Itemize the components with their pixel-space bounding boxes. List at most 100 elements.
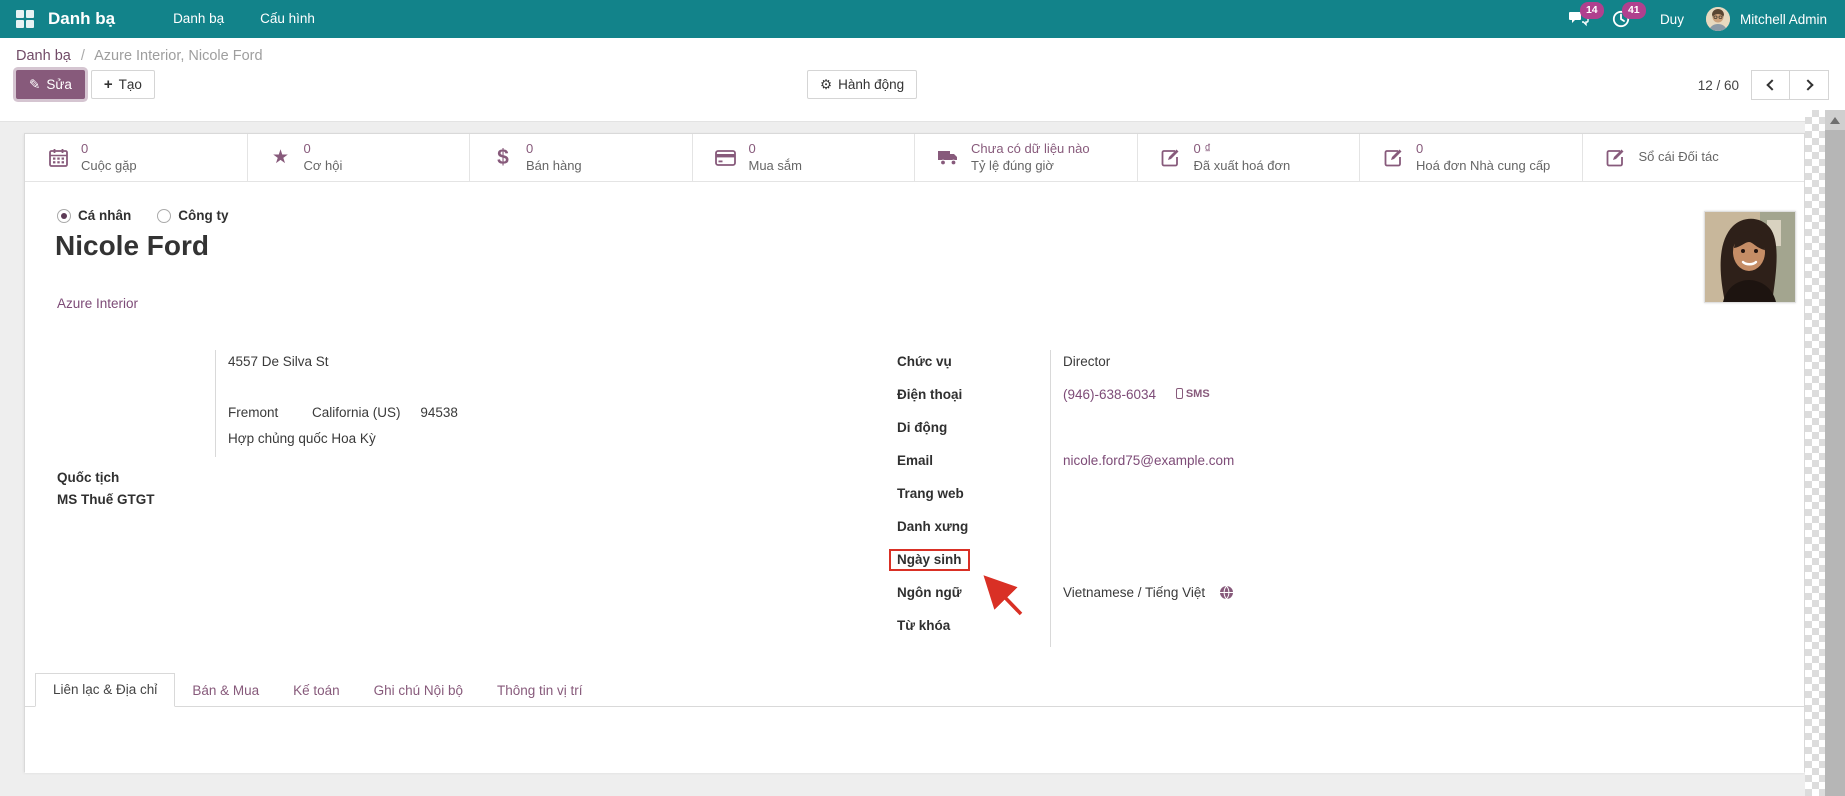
tab-contacts-addresses[interactable]: Liên lạc & Địa chỉ (35, 673, 175, 707)
action-menu-button[interactable]: ⚙ Hành động (807, 70, 917, 99)
email-link[interactable]: nicole.ford75@example.com (1063, 453, 1234, 468)
tab-sales-purchase[interactable]: Bán & Mua (175, 675, 276, 707)
activities-button[interactable]: 41 (1604, 0, 1638, 38)
title-value (1050, 515, 1517, 548)
pencil-icon: ✎ (29, 77, 40, 93)
company-switcher[interactable]: Duy (1646, 12, 1698, 27)
menu-contacts[interactable]: Danh bạ (155, 0, 242, 38)
vat-label: MS Thuế GTGT (57, 492, 215, 507)
app-title[interactable]: Danh bạ (48, 9, 115, 29)
stat-button-meetings[interactable]: 0Cuộc gặp (25, 134, 248, 181)
messages-button[interactable]: 14 (1562, 0, 1596, 38)
breadcrumb-parent-link[interactable]: Danh bạ (16, 48, 71, 64)
language-label: Ngôn ngữ (897, 581, 1050, 614)
calendar-icon (47, 148, 69, 167)
next-record-button[interactable] (1790, 70, 1829, 100)
globe-icon[interactable] (1219, 585, 1234, 600)
gear-icon: ⚙ (820, 77, 832, 93)
phone-link[interactable]: (946)-638-6034 (1063, 387, 1156, 402)
stat-value: 0 (81, 141, 137, 157)
button-row: ✎ Sửa + Tạo ⚙ Hành động 12 / 60 (0, 64, 1845, 108)
topnav-right: 14 41 Duy Mitchell Admin (1562, 0, 1845, 38)
stat-button-opportunities[interactable]: ★ 0Cơ hội (248, 134, 471, 181)
parent-company-link[interactable]: Azure Interior (57, 296, 138, 311)
apps-menu-icon[interactable] (16, 10, 34, 28)
stat-label: Hoá đơn Nhà cung cấp (1416, 158, 1550, 174)
tab-content-empty (25, 707, 1804, 773)
create-button-label: Tạo (119, 77, 142, 92)
mobile-label: Di động (897, 416, 1050, 449)
stat-value: Chưa có dữ liệu nào (971, 141, 1090, 157)
menu-configuration[interactable]: Cấu hình (242, 0, 333, 38)
vertical-scrollbar[interactable] (1825, 110, 1845, 796)
control-panel: Danh bạ / Azure Interior, Nicole Ford ✎ … (0, 38, 1845, 122)
birthdate-label-highlighted: Ngày sinh (889, 549, 970, 571)
invoice-edit-icon (1382, 148, 1404, 167)
ledger-edit-icon (1605, 148, 1627, 167)
stat-label: Tỷ lệ đúng giờ (971, 158, 1090, 174)
stat-label: Cơ hội (304, 158, 343, 174)
user-avatar[interactable] (1706, 7, 1730, 31)
stat-button-purchases[interactable]: 0Mua sắm (693, 134, 916, 181)
stat-button-vendor-bills[interactable]: 0Hoá đơn Nhà cung cấp (1360, 134, 1583, 181)
radio-selected-icon (57, 209, 71, 223)
invoice-edit-icon (1160, 148, 1182, 167)
tab-internal-notes[interactable]: Ghi chú Nội bộ (357, 675, 480, 707)
user-menu[interactable]: Mitchell Admin (1740, 12, 1827, 27)
radio-unselected-icon (157, 209, 171, 223)
dollar-icon: $ (492, 147, 514, 168)
details-column: Chức vụ Director Điện thoại (946)-638-60… (897, 350, 1517, 647)
job-position-label: Chức vụ (897, 350, 1050, 383)
truck-icon (937, 149, 959, 166)
birthdate-value (1050, 548, 1517, 581)
star-icon: ★ (270, 148, 292, 167)
address-city: Fremont (228, 405, 278, 420)
address-city-line: Fremont California (US) 94538 (228, 405, 857, 431)
action-menu-label: Hành động (838, 77, 904, 92)
edit-button[interactable]: ✎ Sửa (16, 70, 85, 99)
email-label: Email (897, 449, 1050, 482)
stat-value: 0 (749, 141, 802, 157)
language-value: Vietnamese / Tiếng Việt (1063, 585, 1205, 600)
mobile-phone-icon (1176, 388, 1183, 399)
stat-value: 0 (304, 141, 343, 157)
website-label: Trang web (897, 482, 1050, 515)
stat-button-on-time-rate[interactable]: Chưa có dữ liệu nàoTỷ lệ đúng giờ (915, 134, 1138, 181)
stat-button-partner-ledger[interactable]: Sổ cái Đối tác (1583, 134, 1805, 181)
chevron-right-icon (1802, 79, 1813, 90)
contact-name: Nicole Ford (55, 230, 209, 262)
scroll-up-icon[interactable] (1825, 110, 1845, 130)
breadcrumb-separator: / (81, 48, 85, 64)
transparency-strip (1805, 110, 1825, 796)
pager-value: 12 / 60 (1698, 78, 1739, 93)
address-label-spacer: Quốc tịch MS Thuế GTGT (57, 350, 215, 507)
sms-label: SMS (1186, 388, 1210, 400)
mobile-value (1050, 416, 1517, 449)
contact-form-page: Danh bạ Danh bạ Cấu hình 14 41 Duy Mitch… (0, 0, 1845, 796)
stat-button-row: 0Cuộc gặp ★ 0Cơ hội $ 0Bán hàng 0Mua sắm (25, 134, 1804, 182)
address-state: California (US) (312, 405, 401, 420)
stat-button-sales[interactable]: $ 0Bán hàng (470, 134, 693, 181)
breadcrumb: Danh bạ / Azure Interior, Nicole Ford (0, 38, 1845, 64)
activities-badge: 41 (1622, 2, 1646, 19)
previous-record-button[interactable] (1751, 70, 1790, 100)
radio-individual[interactable]: Cá nhân (57, 208, 131, 223)
tab-partner-assignment[interactable]: Thông tin vị trí (480, 675, 600, 707)
address-value[interactable]: 4557 De Silva St Fremont California (US)… (215, 350, 857, 457)
stat-button-invoiced[interactable]: 0 ₫Đã xuất hoá đơn (1138, 134, 1361, 181)
sms-button[interactable]: SMS (1176, 388, 1210, 400)
tab-accounting[interactable]: Kế toán (276, 675, 357, 707)
stat-value: 0 (526, 141, 582, 157)
company-type-selector: Cá nhân Công ty (57, 208, 229, 223)
address-street: 4557 De Silva St (228, 354, 857, 380)
stat-label: Đã xuất hoá đơn (1194, 158, 1291, 174)
contact-photo[interactable] (1704, 211, 1796, 303)
website-value (1050, 482, 1517, 515)
radio-company[interactable]: Công ty (157, 208, 228, 223)
title-label: Danh xưng (897, 515, 1050, 548)
radio-company-label: Công ty (178, 208, 228, 223)
messages-badge: 14 (1580, 2, 1604, 19)
stat-label: Cuộc gặp (81, 158, 137, 174)
edit-button-label: Sửa (46, 77, 72, 92)
create-button[interactable]: + Tạo (91, 70, 155, 99)
